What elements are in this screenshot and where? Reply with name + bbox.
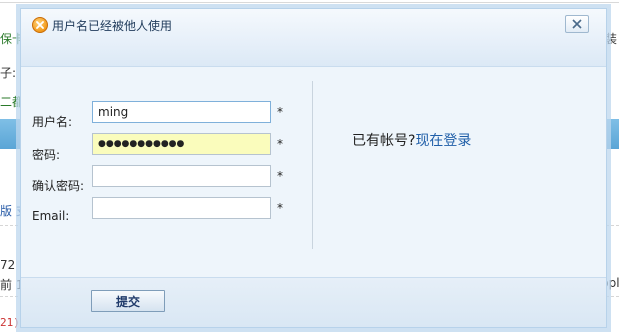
- dialog-body: 用户名: * 密码: ●●●●●●●●●●● * 确认密码: * Email: …: [21, 67, 606, 277]
- confirm-password-required-mark: *: [277, 169, 283, 183]
- dialog-footer: 提交: [21, 277, 606, 327]
- username-input[interactable]: [92, 101, 271, 123]
- bg-fragment-5: 72: [0, 258, 16, 272]
- close-icon: [572, 19, 582, 29]
- email-label: Email:: [32, 209, 70, 223]
- dialog-header: 用户名已经被他人使用: [21, 9, 606, 67]
- page-top-border: [0, 2, 619, 3]
- confirm-password-input[interactable]: [92, 165, 271, 187]
- email-input[interactable]: [92, 197, 271, 219]
- dialog-title: 用户名已经被他人使用: [52, 19, 173, 33]
- submit-button[interactable]: 提交: [91, 290, 165, 312]
- close-button[interactable]: [565, 15, 589, 33]
- bg-fragment-2: 子:: [0, 66, 17, 80]
- username-label: 用户名:: [32, 115, 73, 129]
- bg-fragment-7: 21): [0, 316, 20, 329]
- confirm-password-label: 确认密码:: [32, 179, 85, 193]
- password-required-mark: *: [277, 137, 283, 151]
- have-account-text: 已有帐号?: [352, 133, 416, 149]
- email-required-mark: *: [277, 201, 283, 215]
- username-required-mark: *: [277, 105, 283, 119]
- vertical-divider: [312, 81, 313, 249]
- warning-icon: [32, 17, 48, 33]
- login-now-link[interactable]: 现在登录: [415, 133, 471, 149]
- have-account-prompt: 已有帐号?现在登录: [352, 130, 471, 150]
- password-label: 密码:: [32, 148, 61, 162]
- password-input[interactable]: ●●●●●●●●●●●: [92, 133, 271, 155]
- register-dialog: 用户名已经被他人使用 用户名: * 密码: ●●●●●●●●●●● * 确认密码…: [20, 8, 607, 328]
